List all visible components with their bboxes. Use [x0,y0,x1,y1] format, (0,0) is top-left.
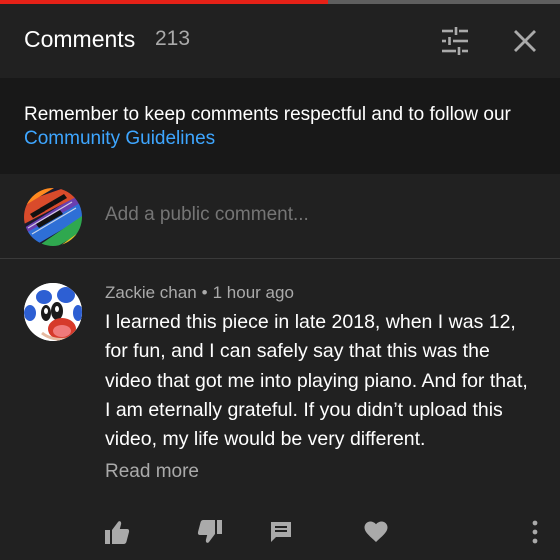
comment-item: Zackie chan • 1 hour ago I learned this pi… [0,259,560,560]
read-more-link[interactable]: Read more [105,461,199,483]
comments-count: 213 [155,27,191,50]
reply-icon [271,522,291,542]
like-button[interactable] [102,517,132,547]
heart-button[interactable] [361,517,391,547]
comments-title: Comments [24,26,136,52]
community-guidelines-link[interactable]: Community Guidelines [24,128,215,149]
more-options-button[interactable] [520,517,550,547]
comment-meta: Zackie chan • 1 hour ago [105,283,294,303]
thumb-up-icon [105,521,130,544]
guidelines-banner: Remember to keep comments respectful and… [0,78,560,174]
meta-separator: • [201,283,208,302]
toad-avatar-image [24,283,82,341]
comment-time: 1 hour ago [212,283,294,302]
commenter-avatar[interactable] [24,283,82,341]
close-icon [514,30,536,52]
close-button[interactable] [508,24,542,58]
comment-body: I learned this piece in late 2018, when … [105,311,528,451]
reply-button[interactable] [266,517,296,547]
thumb-down-icon [197,520,222,543]
guidelines-message: Remember to keep comments respectful and… [24,104,511,125]
more-vertical-icon [532,520,538,544]
heart-icon [364,521,388,542]
comment-actions [0,511,560,555]
comments-panel: Comments 213 Remember to keep comments r… [0,0,560,560]
tune-sliders-icon [442,27,468,55]
add-comment-input[interactable] [105,204,350,226]
add-comment-row [0,174,560,258]
user-avatar [24,188,82,246]
comments-header: Comments 213 [0,4,560,76]
piano-keys-avatar-image [24,188,82,246]
guidelines-text: Remember to keep comments respectful and… [24,103,534,151]
sort-filter-button[interactable] [436,24,474,58]
dislike-button[interactable] [195,517,225,547]
comment-author[interactable]: Zackie chan [105,283,197,302]
